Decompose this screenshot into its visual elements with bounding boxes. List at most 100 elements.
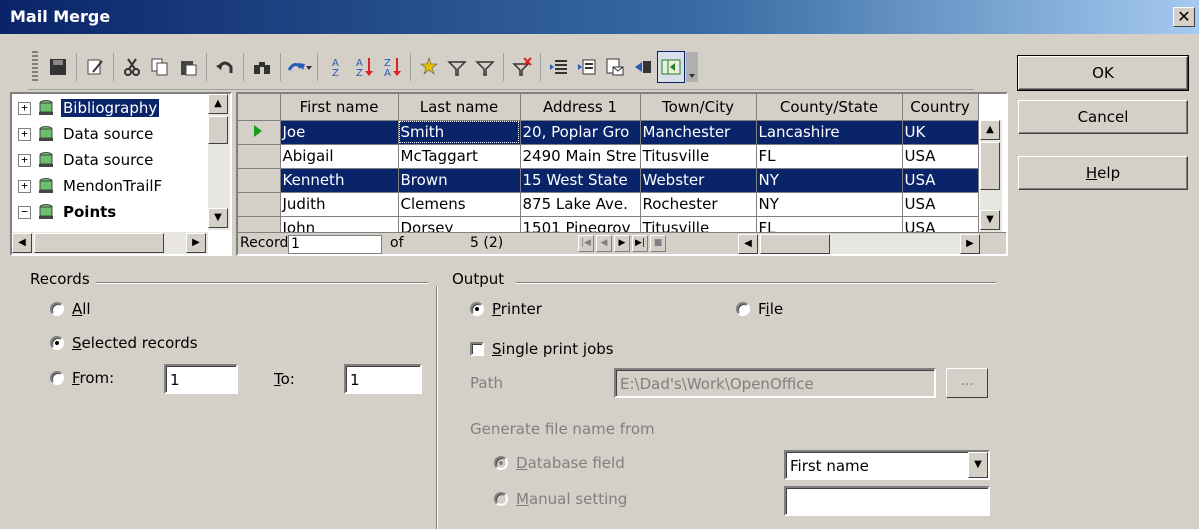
- tree-item-data-source[interactable]: + Data source: [18, 122, 155, 146]
- table-cell[interactable]: Manchester: [640, 120, 757, 145]
- expand-icon[interactable]: +: [18, 179, 31, 193]
- table-cell[interactable]: Joe: [280, 120, 399, 145]
- sort-descending-icon[interactable]: ZA: [378, 51, 406, 83]
- table-cell[interactable]: FL: [756, 144, 903, 169]
- expand-icon[interactable]: +: [18, 101, 31, 115]
- scroll-thumb[interactable]: [980, 142, 1000, 190]
- sort-icon[interactable]: AZ: [322, 51, 350, 83]
- printer-radio[interactable]: Printer: [470, 300, 542, 318]
- column-header[interactable]: County/State: [756, 94, 903, 121]
- edit-icon[interactable]: [81, 51, 109, 83]
- table-cell[interactable]: 875 Lake Ave.: [520, 192, 641, 217]
- column-header[interactable]: Town/City: [640, 94, 757, 121]
- row-header[interactable]: [238, 192, 281, 217]
- close-button[interactable]: ✕: [1173, 7, 1195, 27]
- sort-ascending-icon[interactable]: AZ: [350, 51, 378, 83]
- table-row[interactable]: Abigail McTaggart 2490 Main Stre Titusvi…: [238, 144, 979, 169]
- tree-item-points[interactable]: − Points: [18, 200, 118, 224]
- table-row[interactable]: Kenneth Brown 15 West State Webster NY U…: [238, 168, 979, 193]
- paste-icon[interactable]: [174, 51, 202, 83]
- row-header[interactable]: [238, 168, 281, 193]
- cancel-button[interactable]: Cancel: [1018, 100, 1188, 134]
- single-print-jobs-checkbox[interactable]: Single print jobs: [470, 340, 614, 358]
- data-grid[interactable]: First name Last name Address 1 Town/City…: [236, 92, 1008, 256]
- table-row[interactable]: Joe Smith 20, Poplar Gro Manchester Lanc…: [238, 120, 979, 145]
- expand-icon[interactable]: +: [18, 127, 31, 141]
- copy-icon[interactable]: [146, 51, 174, 83]
- table-cell[interactable]: 15 West State: [520, 168, 641, 193]
- column-header[interactable]: Last name: [398, 94, 521, 121]
- table-cell[interactable]: Judith: [280, 192, 399, 217]
- tree-item-data-source-2[interactable]: + Data source: [18, 148, 155, 172]
- table-cell[interactable]: Titusville: [640, 144, 757, 169]
- row-header-corner[interactable]: [238, 94, 281, 121]
- data-to-text-icon[interactable]: [545, 51, 573, 83]
- scroll-thumb[interactable]: [34, 233, 164, 253]
- table-cell[interactable]: Rochester: [640, 192, 757, 217]
- standard-filter-icon[interactable]: [443, 51, 471, 83]
- table-cell[interactable]: USA: [902, 168, 979, 193]
- database-field-radio[interactable]: Database field: [494, 454, 625, 472]
- title-bar[interactable]: Mail Merge ✕: [0, 0, 1199, 34]
- scroll-right-icon[interactable]: ▶: [960, 234, 980, 254]
- record-number-input[interactable]: 1: [288, 235, 382, 254]
- table-row[interactable]: Judith Clemens 875 Lake Ave. Rochester N…: [238, 192, 979, 217]
- table-cell[interactable]: McTaggart: [398, 144, 521, 169]
- scroll-left-icon[interactable]: ◀: [738, 234, 758, 254]
- toolbar-grip[interactable]: [32, 50, 38, 83]
- chevron-down-icon[interactable]: ▼: [968, 452, 988, 478]
- table-cell[interactable]: 20, Poplar Gro: [520, 120, 641, 145]
- auto-filter-icon[interactable]: [415, 51, 443, 83]
- to-input[interactable]: 1: [344, 364, 422, 394]
- ok-button[interactable]: OK: [1017, 55, 1189, 91]
- remove-filter-icon[interactable]: [508, 51, 536, 83]
- path-input[interactable]: E:\Dad's\Work\OpenOffice: [614, 368, 936, 398]
- table-cell[interactable]: 2490 Main Stre: [520, 144, 641, 169]
- next-record-icon[interactable]: ▶: [614, 235, 630, 252]
- cut-icon[interactable]: [118, 51, 146, 83]
- database-field-select[interactable]: First name ▼: [784, 450, 990, 480]
- table-cell[interactable]: Clemens: [398, 192, 521, 217]
- undo-icon[interactable]: [211, 51, 239, 83]
- table-cell[interactable]: NY: [756, 168, 903, 193]
- last-record-icon[interactable]: ▶|: [632, 235, 648, 252]
- first-record-icon[interactable]: |◀: [578, 235, 594, 252]
- collapse-icon[interactable]: −: [18, 205, 31, 219]
- new-record-icon[interactable]: ■: [650, 235, 666, 252]
- manual-setting-input[interactable]: [784, 486, 990, 516]
- column-header[interactable]: Country: [902, 94, 979, 121]
- scroll-down-icon[interactable]: ▼: [208, 208, 228, 228]
- scroll-right-icon[interactable]: ▶: [186, 233, 206, 253]
- table-cell[interactable]: UK: [902, 120, 979, 145]
- data-to-fields-icon[interactable]: [573, 51, 601, 83]
- save-icon[interactable]: [44, 51, 72, 83]
- tree-item-mendontrail[interactable]: + MendonTrailF: [18, 174, 164, 198]
- toolbar-overflow-icon[interactable]: [685, 51, 699, 83]
- table-cell[interactable]: Kenneth: [280, 168, 399, 193]
- table-cell[interactable]: USA: [902, 144, 979, 169]
- explorer-toggle-icon[interactable]: [657, 50, 685, 83]
- scroll-left-icon[interactable]: ◀: [12, 233, 32, 253]
- table-cell[interactable]: Brown: [398, 168, 521, 193]
- redo-dropdown-icon[interactable]: [285, 51, 313, 83]
- from-input[interactable]: 1: [164, 364, 238, 394]
- scroll-up-icon[interactable]: ▲: [208, 94, 228, 114]
- scroll-down-icon[interactable]: ▼: [980, 210, 1000, 230]
- row-header[interactable]: [238, 144, 281, 169]
- tree-horizontal-scrollbar[interactable]: ◀ ▶: [12, 232, 208, 254]
- browse-button[interactable]: ...: [946, 368, 988, 398]
- table-cell[interactable]: Abigail: [280, 144, 399, 169]
- table-cell[interactable]: Smith: [398, 120, 521, 145]
- row-header[interactable]: [238, 120, 281, 145]
- from-radio[interactable]: From:: [50, 369, 114, 387]
- column-header[interactable]: Address 1: [520, 94, 641, 121]
- manual-setting-radio[interactable]: Manual setting: [494, 490, 627, 508]
- all-radio[interactable]: All: [50, 300, 91, 318]
- scroll-thumb[interactable]: [208, 116, 228, 144]
- grid-vertical-scrollbar[interactable]: ▲ ▼: [980, 120, 1002, 232]
- expand-icon[interactable]: +: [18, 153, 31, 167]
- selected-records-radio[interactable]: Selected records: [50, 334, 198, 352]
- tree-item-bibliography[interactable]: + Bibliography: [18, 96, 160, 120]
- data-source-icon[interactable]: [629, 51, 657, 83]
- table-cell[interactable]: Webster: [640, 168, 757, 193]
